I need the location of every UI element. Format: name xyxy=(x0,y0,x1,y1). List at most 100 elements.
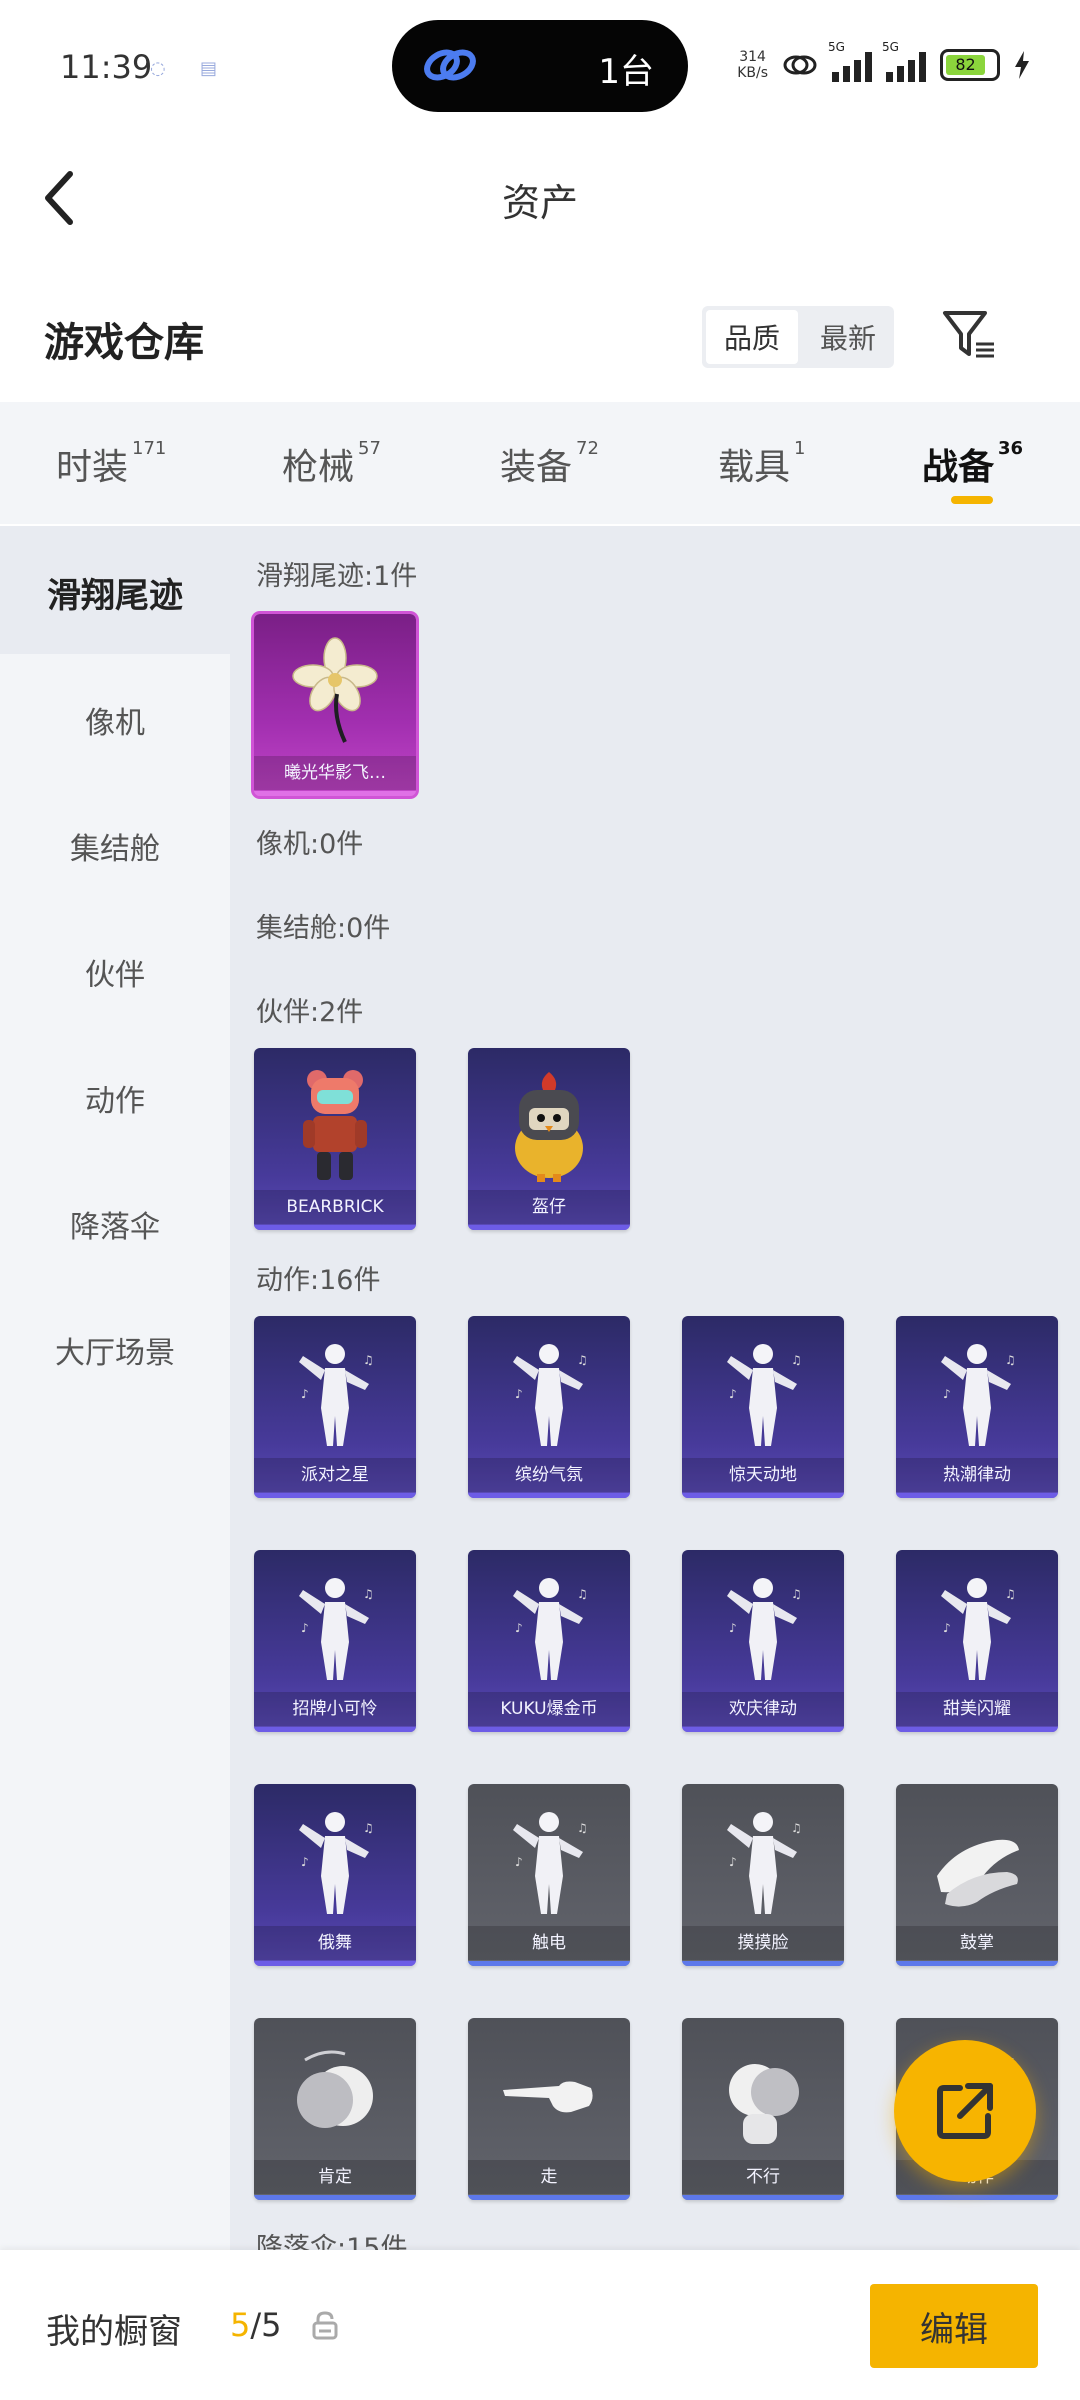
sidebar-item-lobby-scene[interactable]: 大厅场景 xyxy=(0,1328,230,1372)
dance-pose-art: ♪♫ xyxy=(513,1578,588,1680)
page-title: 资产 xyxy=(501,181,578,225)
svg-text:♫: ♫ xyxy=(577,1353,588,1367)
item-name: 盔仔 xyxy=(468,1190,630,1224)
svg-text:♪: ♪ xyxy=(729,1855,737,1869)
filter-icon[interactable] xyxy=(942,308,996,362)
dance-pose-art: ♪♫ xyxy=(941,1578,1016,1680)
dance-pose-art: ♪♫ xyxy=(727,1812,802,1914)
emote-card[interactable]: 鼓掌 xyxy=(896,1784,1058,1966)
island-text: 1台 xyxy=(598,52,654,92)
item-grid-area[interactable]: 滑翔尾迹:1件 曦光华影飞… 像机:0件 集结舱:0件 伙伴:2件 BEARBR… xyxy=(230,526,1080,2250)
category-tabs: 时装 171 枪械 57 装备 72 载具 1 战备 36 xyxy=(0,402,1080,524)
svg-text:♫: ♫ xyxy=(1005,1587,1016,1601)
emote-card[interactable]: ♪ ♫ 触电 xyxy=(468,1784,630,1966)
svg-text:♪: ♪ xyxy=(301,1621,309,1635)
sidebar-item-partner[interactable]: 伙伴 xyxy=(0,950,230,994)
share-external-icon xyxy=(937,2083,993,2139)
showcase-bar: 我的橱窗 5/5 编辑 xyxy=(0,2250,1080,2400)
item-name: 俄舞 xyxy=(254,1926,416,1960)
dynamic-island[interactable]: 1台 xyxy=(392,20,688,112)
tab-battle-prep[interactable]: 战备 36 xyxy=(922,438,1023,490)
sidebar-item-parachute[interactable]: 降落伞 xyxy=(0,1202,230,1246)
dance-pose-art: ♪♫ xyxy=(941,1344,1016,1446)
svg-text:♪: ♪ xyxy=(515,1855,523,1869)
edit-button[interactable]: 编辑 xyxy=(870,2284,1038,2368)
emote-card[interactable]: 肯定 xyxy=(254,2018,416,2200)
section-label-parachute: 降落伞:15件 xyxy=(256,2233,408,2250)
clapping-hands-art xyxy=(937,1839,1019,1907)
emote-card[interactable]: ♪ ♫ 缤纷气氛 xyxy=(468,1316,630,1498)
svg-text:♪: ♪ xyxy=(729,1387,737,1401)
svg-text:♪: ♪ xyxy=(943,1621,951,1635)
tab-vehicles[interactable]: 载具 1 xyxy=(718,438,805,490)
sort-toggle: 品质 最新 xyxy=(702,306,894,368)
svg-text:♪: ♪ xyxy=(515,1621,523,1635)
emote-card[interactable]: 走 xyxy=(468,2018,630,2200)
head-shake-art xyxy=(729,2064,799,2144)
sidebar-item-glide-trail[interactable]: 滑翔尾迹 xyxy=(0,568,230,617)
top-nav: 资产 xyxy=(0,130,1080,270)
section-label-emote: 动作:16件 xyxy=(256,1265,381,1296)
item-name: 走 xyxy=(468,2160,630,2194)
emote-card[interactable]: ♪ ♫ 俄舞 xyxy=(254,1784,416,1966)
sidebar: 滑翔尾迹 像机 集结舱 伙伴 动作 降落伞 大厅场景 xyxy=(0,526,230,2250)
signal-icon-2: 5G xyxy=(882,40,926,82)
emote-card[interactable]: 不行 xyxy=(682,2018,844,2200)
lock-icon[interactable] xyxy=(312,2310,338,2340)
status-time: 11:39 xyxy=(60,48,153,86)
emote-card[interactable]: ♪ ♫ 摸摸脸 xyxy=(682,1784,844,1966)
battery-icon: 82 xyxy=(940,49,1000,81)
dance-pose-art: ♪♫ xyxy=(727,1578,802,1680)
svg-text:♫: ♫ xyxy=(791,1353,802,1367)
tab-weapons[interactable]: 枪械 57 xyxy=(282,438,381,490)
svg-text:♫: ♫ xyxy=(577,1587,588,1601)
showcase-title: 我的橱窗 xyxy=(46,2312,182,2352)
item-card[interactable]: 盔仔 xyxy=(468,1048,630,1230)
section-label-pod: 集结舱:0件 xyxy=(256,913,391,944)
svg-text:♪: ♪ xyxy=(301,1855,309,1869)
emote-card[interactable]: ♪ ♫ 甜美闪耀 xyxy=(896,1550,1058,1732)
item-name: 惊天动地 xyxy=(682,1458,844,1492)
share-button[interactable] xyxy=(894,2040,1036,2182)
sort-option-quality[interactable]: 品质 xyxy=(706,310,798,364)
dance-pose-art: ♪♫ xyxy=(727,1344,802,1446)
emote-card[interactable]: ♪ ♫ 招牌小可怜 xyxy=(254,1550,416,1732)
svg-text:♫: ♫ xyxy=(363,1353,374,1367)
svg-text:♪: ♪ xyxy=(301,1387,309,1401)
item-name: BEARBRICK xyxy=(254,1190,416,1224)
charging-icon xyxy=(1015,51,1029,79)
svg-text:♫: ♫ xyxy=(791,1821,802,1835)
bearbrick-art xyxy=(303,1070,367,1180)
item-card[interactable]: BEARBRICK xyxy=(254,1048,416,1230)
emote-card[interactable]: ♪ ♫ 热潮律动 xyxy=(896,1316,1058,1498)
item-name: 派对之星 xyxy=(254,1458,416,1492)
dance-pose-art: ♪♫ xyxy=(513,1344,588,1446)
dance-pose-art: ♪♫ xyxy=(299,1344,374,1446)
item-name: 摸摸脸 xyxy=(682,1926,844,1960)
tab-equipment[interactable]: 装备 72 xyxy=(500,438,599,490)
item-name: 热潮律动 xyxy=(896,1458,1058,1492)
item-name: KUKU爆金币 xyxy=(468,1692,630,1726)
sidebar-item-pod[interactable]: 集结舱 xyxy=(0,824,230,868)
tab-fashion[interactable]: 时装 171 xyxy=(56,438,166,490)
item-name: 肯定 xyxy=(254,2160,416,2194)
sidebar-item-drone[interactable]: 像机 xyxy=(0,698,230,742)
warehouse-title: 游戏仓库 xyxy=(44,320,204,366)
status-bar: 11:39 ◌ ▤ 1台 314 KB/s 5G 5G 82 xyxy=(0,0,1080,130)
sidebar-item-emote[interactable]: 动作 xyxy=(0,1076,230,1120)
section-label-drone: 像机:0件 xyxy=(256,829,364,860)
item-name: 不行 xyxy=(682,2160,844,2194)
item-name: 甜美闪耀 xyxy=(896,1692,1058,1726)
sort-option-newest[interactable]: 最新 xyxy=(802,306,894,368)
item-name: 缤纷气氛 xyxy=(468,1458,630,1492)
emote-card[interactable]: ♪ ♫ 惊天动地 xyxy=(682,1316,844,1498)
svg-text:♫: ♫ xyxy=(363,1587,374,1601)
svg-text:♫: ♫ xyxy=(577,1821,588,1835)
item-card[interactable]: 曦光华影飞… xyxy=(254,614,416,796)
item-name: 招牌小可怜 xyxy=(254,1692,416,1726)
svg-text:♫: ♫ xyxy=(1005,1353,1016,1367)
emote-card[interactable]: ♪ ♫ 派对之星 xyxy=(254,1316,416,1498)
emote-card[interactable]: ♪ ♫ KUKU爆金币 xyxy=(468,1550,630,1732)
showcase-count: 5/5 xyxy=(230,2306,282,2344)
emote-card[interactable]: ♪ ♫ 欢庆律动 xyxy=(682,1550,844,1732)
